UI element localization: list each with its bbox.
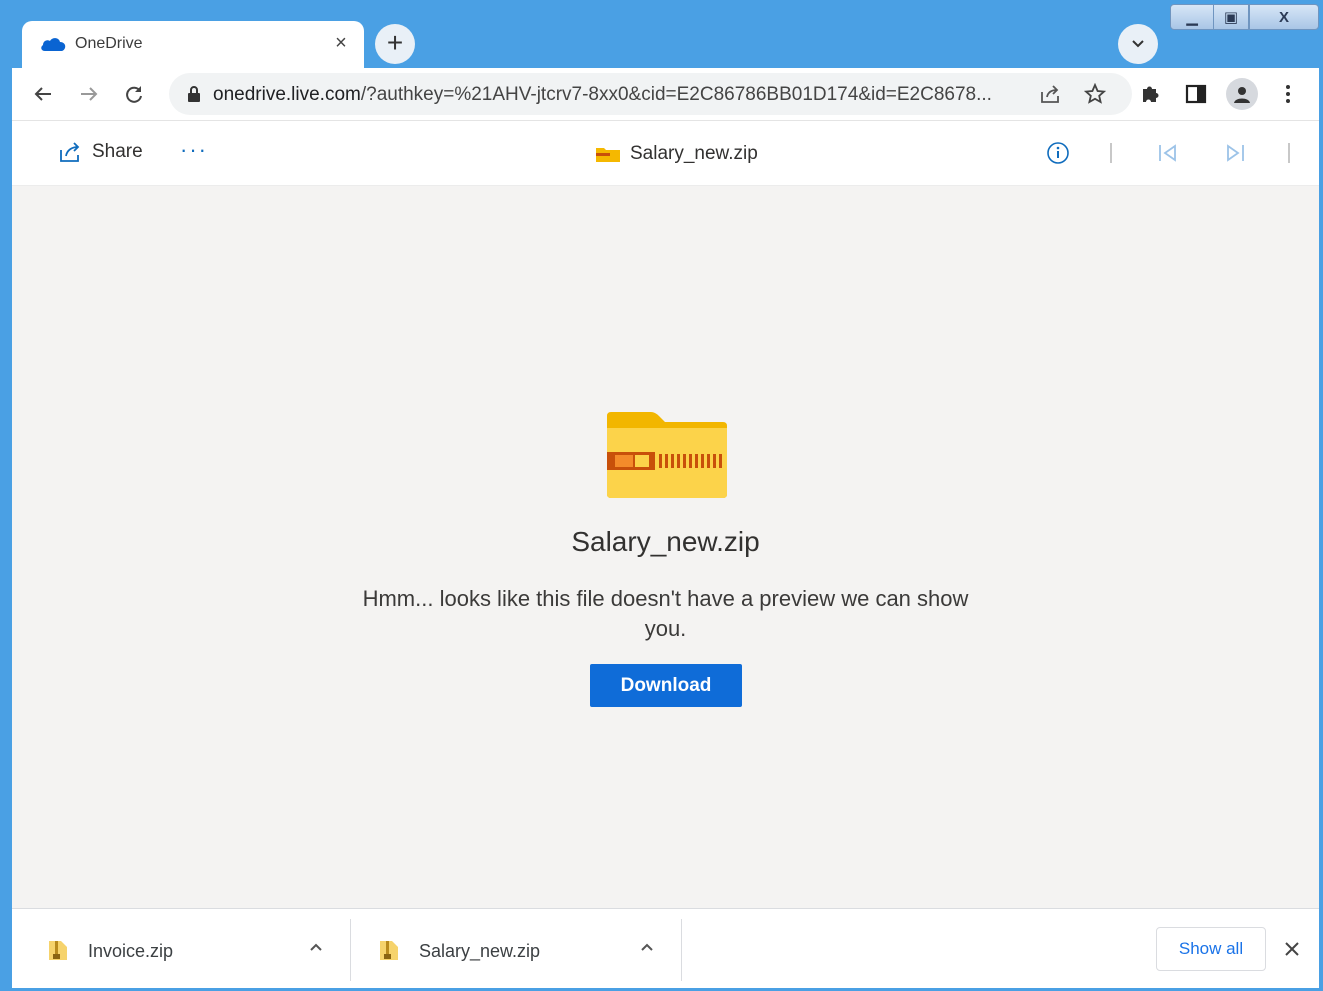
- share-button[interactable]: Share: [58, 141, 143, 163]
- title-bar: OneDrive × + ▁ ▣ X: [0, 0, 1323, 68]
- tab-title: OneDrive: [75, 35, 143, 52]
- download-item[interactable]: Invoice.zip: [20, 919, 351, 981]
- onedrive-command-bar: Share ··· Salary_new.zip: [12, 121, 1319, 186]
- share-label: Share: [92, 141, 143, 162]
- bookmark-star-icon[interactable]: [1083, 82, 1107, 106]
- divider: [1110, 143, 1112, 163]
- preview-area: Salary_new.zip Hmm... looks like this fi…: [12, 186, 1319, 908]
- zip-file-icon: [49, 941, 67, 960]
- download-item-name: Salary_new.zip: [419, 941, 541, 961]
- window-minimize-button[interactable]: ▁: [1170, 4, 1214, 30]
- zip-folder-icon: [596, 148, 620, 162]
- tab-search-button[interactable]: [1118, 24, 1158, 64]
- tab-onedrive[interactable]: OneDrive ×: [22, 21, 364, 68]
- side-panel-icon[interactable]: [1182, 80, 1210, 108]
- preview-file-name: Salary_new.zip: [571, 526, 760, 557]
- kebab-menu-icon[interactable]: [1274, 80, 1302, 108]
- divider: [1288, 143, 1290, 163]
- more-options-button[interactable]: ···: [180, 137, 208, 163]
- forward-button[interactable]: [73, 78, 105, 110]
- minimize-icon: ▁: [1186, 9, 1198, 26]
- browser-window: OneDrive × + ▁ ▣ X onedrive.live.com/?au…: [0, 0, 1323, 991]
- file-title-text: Salary_new.zip: [630, 143, 758, 164]
- onedrive-cloud-icon: [41, 38, 66, 51]
- share-icon: [60, 142, 80, 162]
- download-item-name: Invoice.zip: [88, 941, 174, 961]
- browser-toolbar: onedrive.live.com/?authkey=%21AHV-jtcrv7…: [12, 68, 1319, 121]
- reload-button[interactable]: [118, 78, 150, 110]
- reload-icon: [126, 86, 142, 103]
- window-close-button[interactable]: X: [1249, 4, 1319, 30]
- url-text[interactable]: onedrive.live.com/?authkey=%21AHV-jtcrv7…: [213, 84, 1028, 106]
- address-bar[interactable]: onedrive.live.com/?authkey=%21AHV-jtcrv7…: [169, 73, 1132, 115]
- file-title: Salary_new.zip: [596, 143, 758, 165]
- arrow-right-icon: [81, 87, 98, 101]
- chevron-up-icon[interactable]: [639, 939, 655, 955]
- url-path: /?authkey=%21AHV-jtcrv7-8xx0&cid=E2C8678…: [360, 84, 992, 105]
- shelf-close-icon[interactable]: [1280, 937, 1304, 961]
- person-icon: [1234, 87, 1250, 103]
- next-file-icon[interactable]: [1224, 141, 1246, 165]
- download-shelf: Invoice.zip Salary_new.zip Show all: [12, 908, 1319, 989]
- new-tab-button[interactable]: +: [375, 24, 415, 64]
- tab-close-icon[interactable]: ×: [330, 32, 352, 54]
- info-icon[interactable]: [1046, 141, 1070, 165]
- chevron-down-icon: [1132, 40, 1144, 48]
- previous-file-icon[interactable]: [1157, 141, 1179, 165]
- arrow-left-icon: [34, 87, 51, 101]
- window-maximize-button[interactable]: ▣: [1213, 4, 1249, 30]
- show-all-button[interactable]: Show all: [1156, 927, 1266, 971]
- no-preview-message: Hmm... looks like this file doesn't have…: [362, 586, 969, 641]
- lock-icon: [188, 86, 200, 102]
- maximize-icon: ▣: [1223, 9, 1239, 26]
- download-button[interactable]: Download: [590, 664, 742, 707]
- download-item[interactable]: Salary_new.zip: [351, 919, 682, 981]
- chevron-up-icon[interactable]: [308, 939, 324, 955]
- zip-file-icon: [380, 941, 398, 960]
- back-button[interactable]: [27, 78, 59, 110]
- zip-folder-large-icon: [607, 412, 727, 498]
- profile-avatar[interactable]: [1226, 78, 1258, 110]
- extensions-puzzle-icon[interactable]: [1136, 80, 1164, 108]
- close-icon: X: [1278, 8, 1289, 26]
- url-host: onedrive.live.com: [213, 84, 361, 105]
- share-page-icon[interactable]: [1038, 82, 1062, 106]
